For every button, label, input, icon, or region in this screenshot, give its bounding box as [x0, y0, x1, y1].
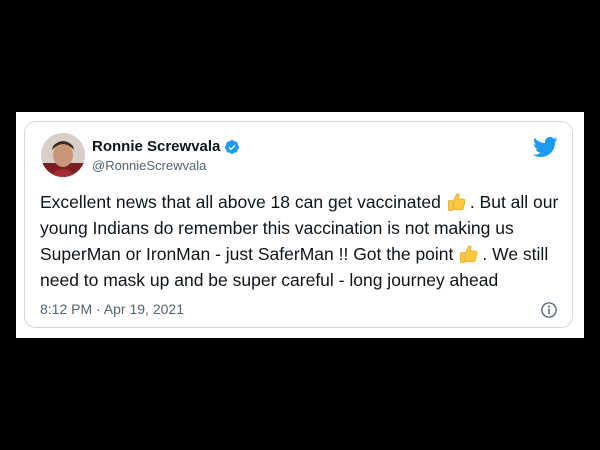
tweet-text-segment-1: Excellent news that all above 18 can get… — [40, 192, 441, 212]
tweet-card[interactable]: Ronnie Screwvala @RonnieScrewvala Excell… — [24, 121, 573, 328]
author-display-name[interactable]: Ronnie Screwvala — [92, 138, 220, 156]
verified-badge-icon — [224, 139, 240, 155]
author-handle[interactable]: @RonnieScrewvala — [92, 158, 206, 174]
info-icon[interactable] — [540, 301, 558, 319]
twitter-bird-icon[interactable] — [532, 136, 558, 158]
author-name-row: Ronnie Screwvala — [92, 138, 240, 156]
embed-frame: Ronnie Screwvala @RonnieScrewvala Excell… — [16, 112, 584, 338]
tweet-timestamp[interactable]: 8:12 PM · Apr 19, 2021 — [40, 300, 184, 318]
thumbs-up-emoji-icon — [458, 243, 480, 265]
avatar[interactable] — [41, 133, 85, 177]
thumbs-up-emoji-icon — [446, 191, 468, 213]
tweet-text: Excellent news that all above 18 can get… — [40, 189, 565, 293]
